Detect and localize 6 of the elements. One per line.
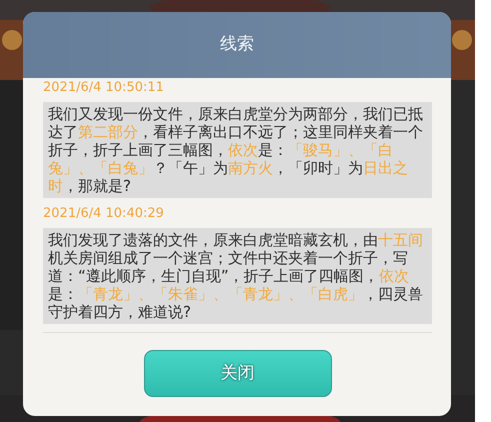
clue-message: 我们发现了遗落的文件，原来白虎堂暗藏玄机，由十五间 机关房间组成了一个迷宫；文件中还夹着一个折子，写道：“遵此顺序，生门自现”，折子上画了四幅图，依次 是：「青龙」、「朱雀」、「青龙」、「白虎」，四灵兽守护着四方，难道说? [43,228,432,324]
timestamp: 2021/6/4 10:40:29 [43,206,164,221]
close-button[interactable]: 关闭 [144,350,332,397]
clue-message: 我们又发现一份文件，原来白虎堂分为两部分，我们已抵达了第二部分，看样子离出口不远了；这里同样夹着一个折子，折子上画了三幅图，依次是：「骏马」、「白兔」、「白兔」？「午」为南方火，「卯时」为日出之时，那就是? [43,102,432,198]
timestamp: 2021/6/4 10:50:11 [43,80,164,95]
dialog-title: 线索 [220,33,254,56]
